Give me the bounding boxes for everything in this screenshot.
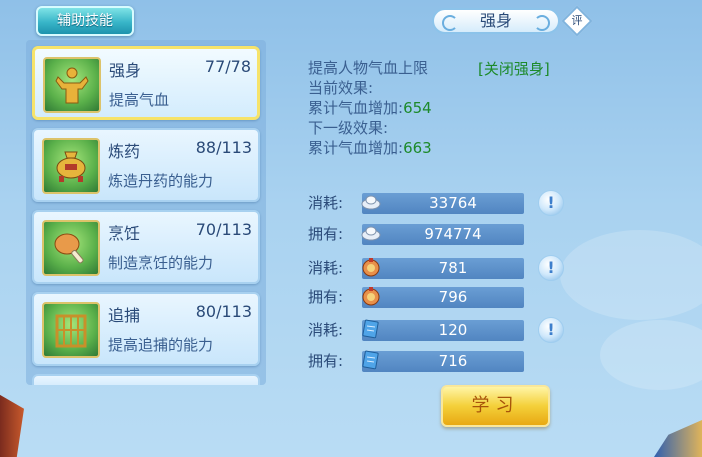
- info-button-silver[interactable]: !: [538, 190, 564, 216]
- scroll-book-icon: [360, 349, 382, 371]
- current-effect-header: 当前效果:: [308, 79, 374, 97]
- cauldron-icon: [42, 138, 100, 194]
- contribution-medal-icon: [360, 256, 382, 278]
- skill-description: 提高气血: [109, 91, 170, 109]
- skill-card-alchemy[interactable]: 炼药 88/113 炼造丹药的能力: [32, 128, 260, 202]
- background-cloud: [560, 230, 702, 320]
- resource-value: 781: [438, 259, 468, 277]
- background-cloud: [600, 320, 702, 390]
- skill-description: 制造烹饪的能力: [108, 254, 214, 272]
- skill-progress: 80/113: [195, 302, 252, 321]
- resource-label: 消耗:: [308, 321, 344, 339]
- corner-ornament-right: [654, 420, 702, 457]
- skill-progress: 70/113: [195, 220, 252, 239]
- learn-button[interactable]: 学习: [441, 385, 550, 427]
- skill-name: 追捕: [108, 306, 141, 325]
- rate-label: 评: [571, 14, 583, 27]
- corner-ornament-left: [0, 394, 24, 457]
- skill-name: 炼药: [108, 142, 141, 161]
- resource-label: 消耗:: [308, 259, 344, 277]
- resource-value: 974774: [424, 225, 482, 243]
- skill-card-partial[interactable]: [32, 374, 260, 385]
- skill-card-strengthen[interactable]: 强身 77/78 提高气血: [32, 46, 260, 120]
- resource-label: 拥有:: [308, 352, 344, 370]
- info-button-scroll[interactable]: !: [538, 317, 564, 343]
- strongman-icon: [43, 57, 101, 113]
- silver-ingot-icon: [360, 191, 382, 213]
- resource-value: 796: [438, 288, 468, 306]
- resource-label: 拥有:: [308, 288, 344, 306]
- skill-progress: 77/78: [204, 57, 251, 76]
- skill-name: 强身: [109, 61, 142, 80]
- skill-list[interactable]: 强身 77/78 提高气血 炼药 88/113 炼造丹药的能力 烹饪 70/11…: [26, 40, 266, 385]
- close-skill-link[interactable]: [关闭强身]: [478, 58, 550, 79]
- resource-label: 消耗:: [308, 194, 344, 212]
- skill-card-hunting[interactable]: 追捕 80/113 提高追捕的能力: [32, 292, 260, 366]
- skill-progress: 88/113: [195, 138, 252, 157]
- resource-value: 33764: [429, 194, 477, 212]
- skill-card-cooking[interactable]: 烹饪 70/113 制造烹饪的能力: [32, 210, 260, 284]
- skill-title: 强身: [432, 8, 560, 34]
- skill-description: 提高追捕的能力: [108, 336, 214, 354]
- next-effect-label: 累计气血增加:: [308, 139, 404, 157]
- resource-label: 拥有:: [308, 225, 344, 243]
- resource-value: 120: [438, 321, 468, 339]
- rate-button[interactable]: 评: [561, 5, 593, 37]
- current-effect-label: 累计气血增加:: [308, 99, 404, 117]
- skill-description: 炼造丹药的能力: [108, 172, 214, 190]
- resource-value: 716: [438, 352, 468, 370]
- scroll-book-icon: [360, 318, 382, 340]
- contribution-medal-icon: [360, 285, 382, 307]
- info-button-contribution[interactable]: !: [538, 255, 564, 281]
- effect-description: 提高人物气血上限: [308, 59, 429, 77]
- current-effect-value: 654: [403, 99, 432, 117]
- cage-icon: [42, 302, 100, 358]
- next-effect-header: 下一级效果:: [308, 119, 389, 137]
- drumstick-icon: [42, 220, 100, 276]
- tab-assist-skills[interactable]: 辅助技能: [36, 6, 134, 36]
- skill-name: 烹饪: [108, 224, 141, 243]
- skill-effect-info: 提高人物气血上限 当前效果: 累计气血增加:654 下一级效果: 累计气血增加:…: [308, 58, 432, 158]
- next-effect-value: 663: [403, 139, 432, 157]
- silver-ingot-icon: [360, 222, 382, 244]
- next-effect-line: 累计气血增加:663: [308, 138, 432, 158]
- current-effect-line: 累计气血增加:654: [308, 98, 432, 118]
